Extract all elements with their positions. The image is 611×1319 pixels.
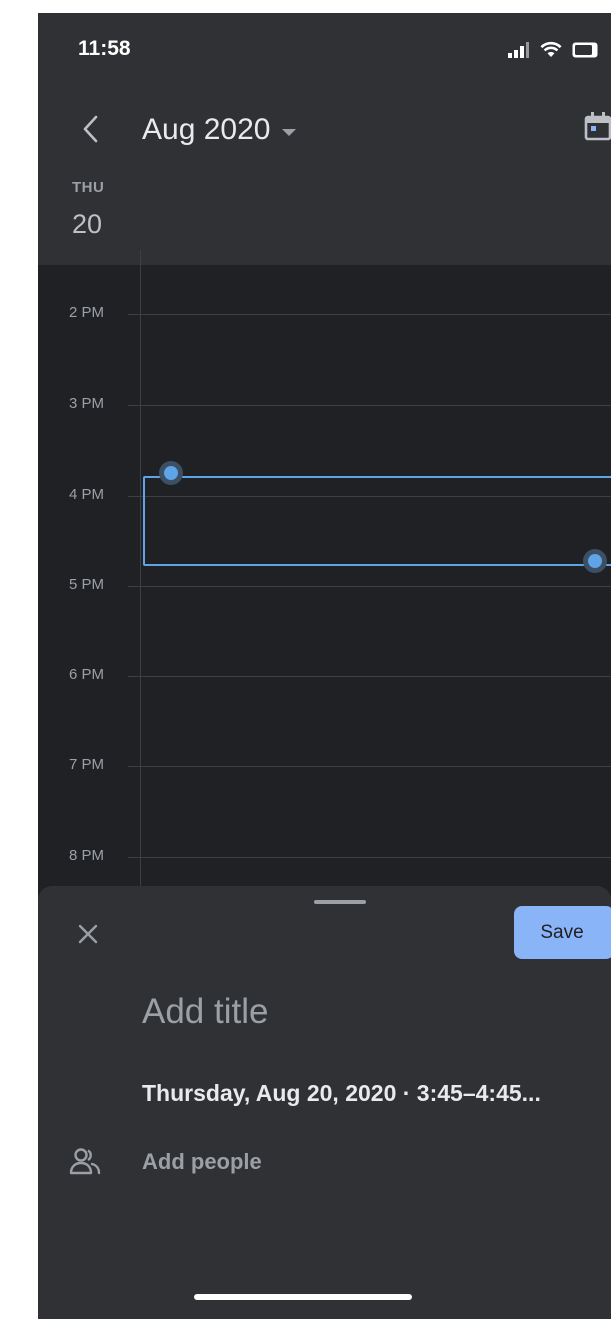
sheet-drag-handle[interactable]: [314, 900, 366, 904]
event-start-drag-handle[interactable]: [159, 461, 183, 485]
people-icon: [69, 1148, 101, 1175]
hour-label: 7 PM: [69, 756, 105, 773]
event-datetime[interactable]: Thursday, Aug 20, 2020 · 3:45–4:45...: [142, 1080, 541, 1107]
month-selector[interactable]: Aug 2020: [142, 113, 297, 147]
event-editor-sheet: Save Add title Thursday, Aug 20, 2020 · …: [38, 886, 611, 1319]
status-bar: 11:58: [38, 13, 611, 85]
hour-label: 3 PM: [69, 395, 105, 412]
dropdown-caret-icon: [282, 128, 297, 136]
hour-gridline: [128, 766, 611, 767]
hour-gridline: [128, 314, 611, 315]
day-timeline[interactable]: 2 PM 3 PM 4 PM 5 PM 6 PM 7 PM 8 PM: [38, 265, 611, 905]
signal-icon: [508, 42, 529, 58]
calendar-icon[interactable]: [583, 111, 611, 141]
home-indicator[interactable]: [194, 1294, 412, 1300]
hour-gridline: [128, 586, 611, 587]
calendar-screen: 11:58 Aug 2020 THU 20 2 PM 3 PM 4 PM 5 P…: [38, 13, 611, 1319]
wifi-icon: [540, 41, 562, 57]
status-time: 11:58: [78, 37, 131, 60]
draft-event-block[interactable]: [143, 476, 611, 566]
event-title-input[interactable]: Add title: [142, 992, 562, 1036]
timeline-divider: [140, 265, 141, 905]
hour-label: 5 PM: [69, 576, 105, 593]
hour-row: 6 PM: [38, 666, 611, 683]
close-icon[interactable]: [74, 920, 102, 948]
save-button[interactable]: Save: [514, 906, 611, 959]
back-arrow-icon[interactable]: [76, 113, 106, 145]
month-label: Aug 2020: [142, 113, 271, 146]
hour-row: 7 PM: [38, 756, 611, 773]
day-number[interactable]: 20: [72, 209, 102, 240]
battery-icon: [572, 42, 598, 58]
add-people-button[interactable]: Add people: [142, 1149, 262, 1175]
hour-row: 8 PM: [38, 847, 611, 864]
hour-gridline: [128, 676, 611, 677]
status-icons: [508, 41, 598, 58]
hour-row: 5 PM: [38, 576, 611, 593]
hour-gridline: [128, 857, 611, 858]
hour-row: 3 PM: [38, 395, 611, 412]
hour-label: 2 PM: [69, 304, 105, 321]
event-end-drag-handle[interactable]: [583, 549, 607, 573]
hour-label: 8 PM: [69, 847, 105, 864]
hour-gridline: [128, 405, 611, 406]
day-name: THU: [72, 179, 105, 196]
calendar-header: Aug 2020 THU 20: [38, 85, 611, 338]
hour-label: 6 PM: [69, 666, 105, 683]
hour-label: 4 PM: [69, 486, 105, 503]
hour-row: 2 PM: [38, 304, 611, 321]
